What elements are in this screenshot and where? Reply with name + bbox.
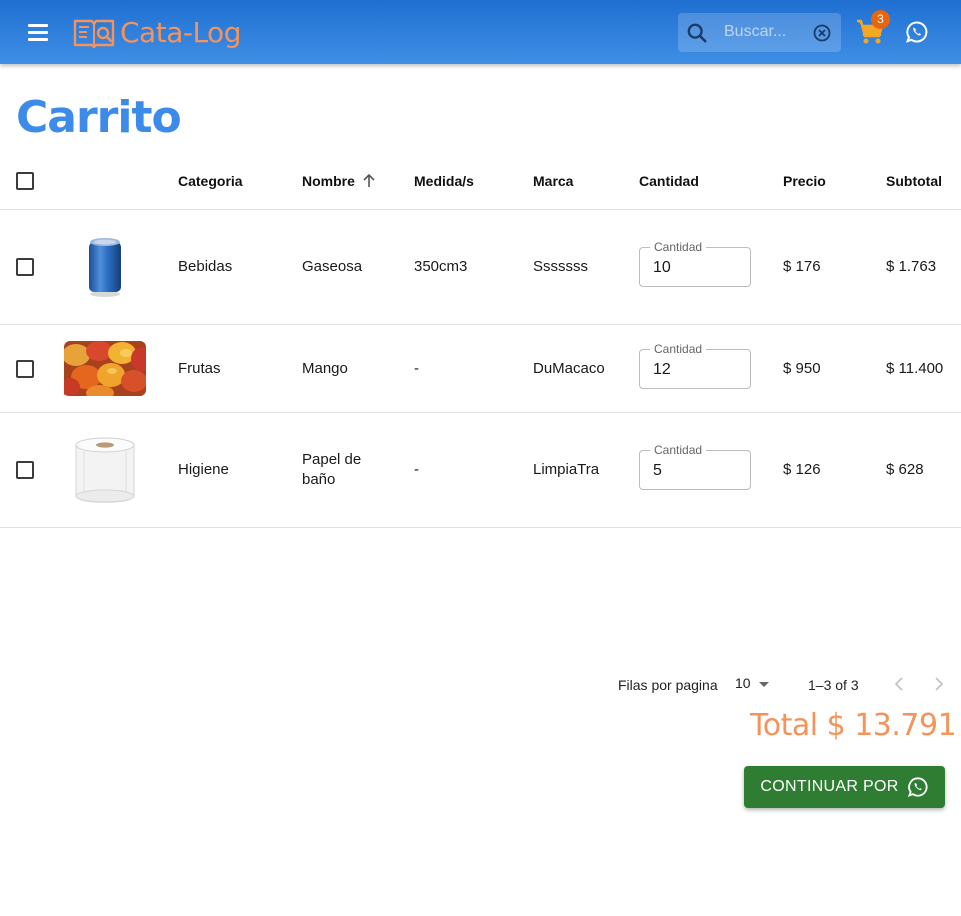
column-header-marca[interactable]: Marca [533, 173, 573, 189]
quantity-field[interactable]: Cantidad [639, 240, 751, 287]
soda-can-image [89, 238, 121, 297]
cell-marca: DuMacaco [533, 360, 605, 377]
page-title: Carrito [16, 92, 182, 143]
arrow-up-icon[interactable] [362, 172, 376, 188]
cart-count-badge: 3 [871, 10, 890, 29]
cell-precio: $ 176 [783, 258, 821, 275]
quantity-label: Cantidad [650, 240, 707, 254]
table-row: Higiene Papel de baño - LimpiaTra Cantid… [0, 413, 961, 528]
cell-subtotal: $ 1.763 [886, 258, 937, 275]
column-header-categoria[interactable]: Categoria [178, 173, 243, 189]
caret-down-icon [759, 682, 769, 687]
cell-medida: - [414, 461, 419, 478]
cell-categoria: Frutas [178, 360, 221, 377]
cell-nombre-line2: baño [302, 471, 336, 488]
menu-icon[interactable] [22, 20, 54, 44]
column-header-precio[interactable]: Precio [783, 173, 826, 189]
app-bar: Cata-Log 3 [0, 0, 961, 64]
book-search-icon [73, 19, 115, 49]
mango-image [64, 341, 146, 396]
select-all-checkbox[interactable] [16, 172, 34, 190]
continue-whatsapp-button[interactable]: CONTINUAR POR [744, 766, 945, 808]
rows-per-page-select[interactable]: 10 [735, 675, 771, 695]
quantity-field[interactable]: Cantidad [639, 443, 751, 490]
logo[interactable]: Cata-Log [72, 12, 241, 52]
cell-subtotal: $ 628 [886, 461, 924, 478]
row-checkbox[interactable] [16, 360, 34, 378]
cell-medida: - [414, 360, 419, 377]
search-icon [687, 23, 707, 43]
chevron-left-icon[interactable] [890, 674, 910, 694]
cart-total: Total $ 13.791 [750, 708, 957, 743]
cell-categoria: Higiene [178, 461, 229, 478]
table-row: Frutas Mango - DuMacaco Cantidad $ 950 $… [0, 325, 961, 413]
close-circle-icon[interactable] [812, 23, 832, 43]
cell-marca: Sssssss [533, 258, 589, 275]
continue-button-label: CONTINUAR POR [760, 778, 899, 795]
cell-subtotal: $ 11.400 [886, 360, 944, 377]
chevron-right-icon[interactable] [928, 674, 948, 694]
whatsapp-icon[interactable] [905, 20, 929, 44]
cell-nombre: Gaseosa [302, 258, 363, 275]
column-header-cantidad[interactable]: Cantidad [639, 173, 699, 189]
quantity-field[interactable]: Cantidad [639, 342, 751, 389]
cell-nombre: Mango [302, 360, 348, 377]
whatsapp-icon [907, 777, 928, 797]
quantity-label: Cantidad [650, 342, 707, 356]
cell-marca: LimpiaTra [533, 461, 600, 478]
cell-precio: $ 126 [783, 461, 821, 478]
table-row: Bebidas Gaseosa 350cm3 Sssssss Cantidad … [0, 210, 961, 325]
quantity-label: Cantidad [650, 443, 707, 457]
row-checkbox[interactable] [16, 258, 34, 276]
quantity-input[interactable] [653, 461, 743, 481]
column-header-medida[interactable]: Medida/s [414, 173, 474, 189]
column-header-subtotal[interactable]: Subtotal [886, 173, 942, 189]
table-header: Categoria Nombre Medida/s Marca Cantidad… [0, 152, 961, 210]
rows-per-page-label: Filas por pagina [618, 677, 718, 693]
rows-per-page-value: 10 [735, 675, 751, 691]
pagination-range: 1–3 of 3 [808, 677, 859, 693]
cell-categoria: Bebidas [178, 258, 233, 275]
quantity-input[interactable] [653, 258, 743, 278]
row-checkbox[interactable] [16, 461, 34, 479]
toilet-paper-image [75, 437, 135, 503]
quantity-input[interactable] [653, 360, 743, 380]
cell-medida: 350cm3 [414, 258, 468, 275]
cell-precio: $ 950 [783, 360, 821, 377]
column-header-nombre[interactable]: Nombre [302, 173, 355, 189]
brand-name: Cata-Log [120, 15, 241, 49]
cell-nombre: Papel de [302, 451, 362, 468]
search-input[interactable] [724, 21, 806, 43]
